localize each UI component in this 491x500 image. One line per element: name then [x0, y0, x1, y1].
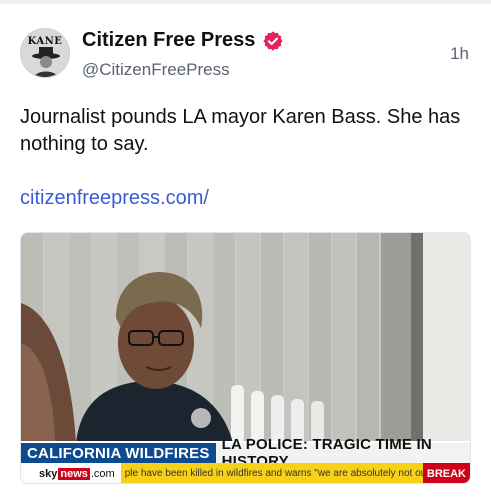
logo-dotcom: .com: [90, 467, 115, 480]
chyron-topic: CALIFORNIA WILDFIRES: [21, 443, 216, 463]
chyron-headline: LA POLICE: TRAGIC TIME IN HISTORY: [215, 436, 470, 470]
tweet-link[interactable]: citizenfreepress.com/: [20, 187, 209, 210]
avatar-figure-icon: [32, 47, 60, 77]
display-name[interactable]: Citizen Free Press: [82, 29, 255, 52]
news-chyron: CALIFORNIA WILDFIRES LA POLICE: TRAGIC T…: [21, 436, 470, 470]
user-handle[interactable]: @CitizenFreePress: [82, 60, 230, 80]
logo-sky: sky: [39, 467, 58, 480]
tweet-media-image[interactable]: CALIFORNIA WILDFIRES LA POLICE: TRAGIC T…: [20, 232, 471, 484]
top-divider: [0, 0, 491, 4]
sky-news-logo: sky news .com: [21, 463, 121, 483]
tweet-text: Journalist pounds LA mayor Karen Bass. S…: [20, 106, 461, 155]
avatar[interactable]: KANE: [20, 28, 70, 78]
timestamp[interactable]: 1h: [450, 44, 469, 64]
name-row: Citizen Free Press: [82, 29, 284, 52]
ticker-text: ple have been killed in wildfires and wa…: [120, 463, 423, 483]
logo-news: news: [58, 467, 90, 480]
verified-badge-icon: [263, 30, 284, 51]
news-ticker: sky news .com ple have been killed in wi…: [21, 463, 470, 483]
ticker-breaking: BREAK: [422, 463, 470, 483]
